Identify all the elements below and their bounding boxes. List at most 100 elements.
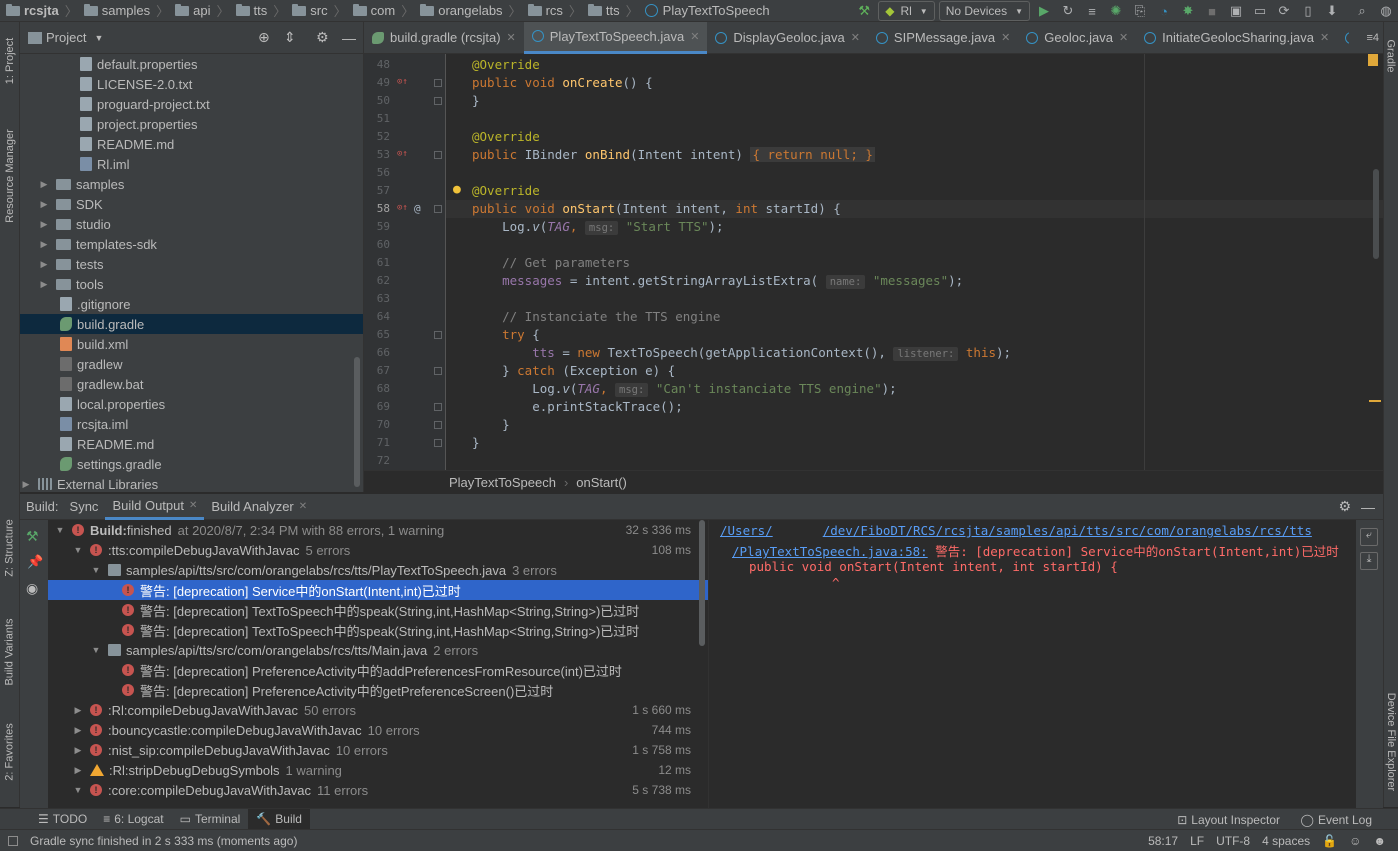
expand-arrow-icon[interactable]: ▶	[38, 219, 50, 230]
gear-icon[interactable]: ⚙	[316, 29, 329, 46]
project-tree-item[interactable]: local.properties	[20, 394, 363, 414]
override-icon[interactable]: ⊙↑	[397, 77, 408, 87]
annotation-icon[interactable]: @	[414, 202, 421, 215]
project-tree-item[interactable]: build.xml	[20, 334, 363, 354]
expand-arrow-icon[interactable]: ▶	[20, 479, 32, 490]
project-tree-item[interactable]: ▶ tools	[20, 274, 363, 294]
breadcrumb-item[interactable]: tts 〉	[582, 0, 639, 22]
breadcrumb-item[interactable]: rcsjta 〉	[0, 0, 78, 22]
expand-arrow-icon[interactable]: ▶	[38, 199, 50, 210]
minimize-icon[interactable]: —	[342, 30, 356, 46]
tool-tab[interactable]: ≡ 6: Logcat	[95, 809, 171, 830]
close-icon[interactable]: ✕	[1001, 31, 1010, 44]
editor-tab[interactable]: InitiateGeolocSharing.java ✕	[1136, 22, 1337, 54]
fold-marker-icon[interactable]	[434, 205, 442, 213]
project-tree-item[interactable]: README.md	[20, 134, 363, 154]
project-tree-item[interactable]: .gitignore	[20, 294, 363, 314]
project-tree-item[interactable]: ▶ SDK	[20, 194, 363, 214]
resource-manager-tool-tab[interactable]: Resource Manager	[0, 116, 20, 236]
expand-arrow-icon[interactable]: ▼	[54, 525, 66, 535]
warning-stripe-marker[interactable]	[1369, 400, 1381, 402]
breadcrumb-class[interactable]: PlayTextToSpeech	[449, 475, 556, 490]
fold-marker-icon[interactable]	[434, 97, 442, 105]
build-tree-row[interactable]: ▶!:Rl:compileDebugJavaWithJavac 50 errors…	[48, 700, 708, 720]
tool-tab[interactable]: 🔨 Build	[248, 808, 310, 830]
scroll-to-end-icon[interactable]: ⤓	[1360, 552, 1378, 570]
build-tree-row[interactable]: ! 警告: [deprecation] TextToSpeech中的speak(S…	[48, 600, 708, 620]
expand-arrow-icon[interactable]: ▶	[38, 239, 50, 250]
project-tree-item[interactable]: gradlew	[20, 354, 363, 374]
output-file-link[interactable]: /Users/	[720, 523, 773, 538]
chevron-down-icon[interactable]: ▼	[94, 33, 103, 43]
close-icon[interactable]: ✕	[1119, 31, 1128, 44]
project-tree-item[interactable]: ▶ tests	[20, 254, 363, 274]
apply-code-changes-icon[interactable]: ≡	[1080, 0, 1104, 22]
build-tree-row[interactable]: ▼ samples/api/tts/src/com/orangelabs/rcs/…	[48, 640, 708, 660]
project-tree-item[interactable]: ▶ External Libraries	[20, 474, 363, 494]
close-icon[interactable]: ✕	[507, 31, 516, 44]
project-view-select[interactable]: Project	[46, 30, 86, 45]
breadcrumb-item[interactable]: src 〉	[286, 0, 347, 22]
expand-arrow-icon[interactable]: ▼	[72, 545, 84, 555]
project-tree-item[interactable]: ▶ samples	[20, 174, 363, 194]
project-tree-item[interactable]: ▶ studio	[20, 214, 363, 234]
project-tree-item[interactable]: default.properties	[20, 54, 363, 74]
build-tree-row[interactable]: ! 警告: [deprecation] Service中的onStart(Inte…	[48, 580, 708, 600]
project-tree-item[interactable]: Rl.iml	[20, 154, 363, 174]
build-tree-row[interactable]: ! 警告: [deprecation] TextToSpeech中的speak(S…	[48, 620, 708, 640]
intention-bulb-icon[interactable]: ●	[453, 182, 461, 197]
lock-icon[interactable]: 🔓	[1322, 834, 1337, 848]
soft-wrap-icon[interactable]: ⤶	[1360, 528, 1378, 546]
run-icon[interactable]: ▶	[1032, 0, 1056, 22]
close-icon[interactable]: ✕	[851, 31, 860, 44]
project-tree-item[interactable]: project.properties	[20, 114, 363, 134]
build-tree-scrollbar[interactable]	[699, 520, 705, 646]
build-output-console[interactable]: /Users/ /dev/FiboDT/RCS/rcsjta/samples/ap…	[708, 520, 1356, 808]
breadcrumb-item[interactable]: orangelabs 〉	[414, 0, 522, 22]
project-tree-item[interactable]: gradlew.bat	[20, 374, 363, 394]
editor-tab[interactable]: PlayTextToSpeech.java ✕	[523, 21, 708, 54]
expand-arrow-icon[interactable]: ▶	[38, 259, 50, 270]
sync-gradle-icon[interactable]: ⟳	[1272, 0, 1296, 22]
toggle-tool-windows-icon[interactable]	[8, 835, 18, 846]
editor-tab[interactable]: DisplayGeoloc.java ✕	[707, 22, 868, 54]
pin-icon[interactable]: 📌	[27, 554, 43, 570]
editor-tab[interactable]: Geoloc.java ✕	[1018, 22, 1136, 54]
editor-tab[interactable]: Intent.j	[1337, 22, 1349, 54]
tool-tab[interactable]: ☰ TODO	[30, 809, 95, 830]
build-tree-row[interactable]: ▶!:bouncycastle:compileDebugJavaWithJava…	[48, 720, 708, 740]
gradle-tool-tab[interactable]: Gradle	[1381, 26, 1398, 86]
debug-icon[interactable]: ✺	[1104, 0, 1128, 22]
tab-build-output[interactable]: Build Output ✕	[105, 494, 205, 520]
breadcrumb-item[interactable]: samples 〉	[78, 0, 169, 22]
search-icon[interactable]: ⌕	[1350, 0, 1374, 22]
build-tree-row[interactable]: ▼ samples/api/tts/src/com/orangelabs/rcs/…	[48, 560, 708, 580]
attach-debugger-icon[interactable]: ⎘	[1128, 0, 1152, 22]
favorites-tool-tab[interactable]: 2: Favorites	[0, 712, 20, 792]
feedback-icon[interactable]: ☻	[1373, 834, 1386, 848]
project-tool-tab[interactable]: 1: Project	[0, 26, 20, 96]
project-scrollbar[interactable]	[354, 357, 360, 487]
fold-marker-icon[interactable]	[434, 403, 442, 411]
build-tree-row[interactable]: ▶:Rl:stripDebugDebugSymbols 1 warning 12 m…	[48, 760, 708, 780]
editor-scrollbar[interactable]	[1373, 169, 1379, 259]
tabs-overflow-button[interactable]: ≡ 4	[1366, 22, 1379, 54]
expand-arrow-icon[interactable]: ▶	[72, 705, 84, 716]
gear-icon[interactable]: ⚙	[1338, 498, 1351, 515]
collapse-all-icon[interactable]: ⇕	[284, 29, 296, 46]
build-tree-row[interactable]: ! 警告: [deprecation] PreferenceActivity中的g…	[48, 680, 708, 700]
expand-arrow-icon[interactable]: ▶	[72, 725, 84, 736]
coverage-icon[interactable]: ✸	[1176, 0, 1200, 22]
expand-arrow-icon[interactable]: ▶	[38, 279, 50, 290]
fold-marker-icon[interactable]	[434, 331, 442, 339]
breadcrumb-item[interactable]: rcs 〉	[522, 0, 582, 22]
avd-manager-icon[interactable]: ▯	[1296, 0, 1320, 22]
assistant-icon[interactable]: ◍	[1374, 0, 1398, 22]
make-project-icon[interactable]: ⚒	[852, 0, 876, 22]
locate-icon[interactable]: ⊕	[258, 29, 270, 46]
code-editor[interactable]: 48 49 50 51 52 53 56 57 58 59 60 61 62 63 64 65 66 67 68 69…	[364, 54, 1383, 470]
event-log-tab[interactable]: ◯ Event Log	[1301, 809, 1372, 830]
tab-build-analyzer[interactable]: Build Analyzer ✕	[204, 494, 314, 520]
inspection-warning-icon[interactable]	[1368, 54, 1378, 66]
line-separator[interactable]: LF	[1190, 834, 1204, 848]
